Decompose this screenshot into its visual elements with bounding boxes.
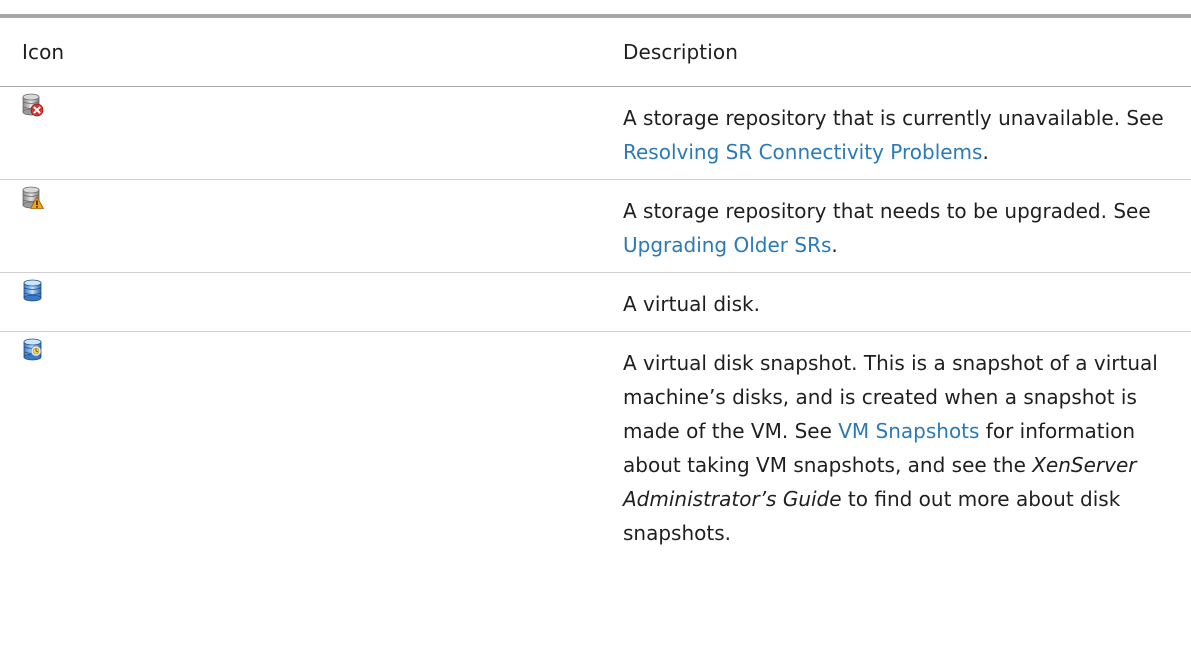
table-row: A virtual disk. bbox=[0, 272, 1191, 332]
description-cell: A storage repository that is currently u… bbox=[605, 86, 1191, 180]
column-header-icon: Icon bbox=[0, 18, 605, 87]
description-text: A virtual disk. bbox=[623, 292, 760, 316]
icon-cell bbox=[0, 272, 605, 332]
storage-repository-upgrade-icon bbox=[22, 186, 44, 210]
resolving-sr-connectivity-link[interactable]: Resolving SR Connectivity Problems bbox=[623, 140, 982, 164]
virtual-disk-snapshot-icon bbox=[22, 338, 44, 362]
description-text-end: . bbox=[831, 233, 838, 257]
description-cell: A virtual disk. bbox=[605, 272, 1191, 332]
document-page: Icon Description A storage repository th… bbox=[0, 0, 1191, 655]
vm-snapshots-link[interactable]: VM Snapshots bbox=[838, 419, 979, 443]
icon-cell bbox=[0, 179, 605, 273]
column-header-description: Description bbox=[605, 18, 1191, 87]
description-text-end: . bbox=[982, 140, 989, 164]
table-header-row: Icon Description bbox=[0, 18, 1191, 87]
table-row: A storage repository that needs to be up… bbox=[0, 179, 1191, 273]
icon-description-table: Icon Description A storage repository th… bbox=[0, 18, 1191, 560]
icon-cell bbox=[0, 86, 605, 180]
description-text: A storage repository that is currently u… bbox=[623, 106, 1164, 130]
storage-repository-unavailable-icon bbox=[22, 93, 44, 117]
virtual-disk-icon bbox=[22, 279, 44, 303]
upgrading-older-srs-link[interactable]: Upgrading Older SRs bbox=[623, 233, 831, 257]
description-cell: A storage repository that needs to be up… bbox=[605, 179, 1191, 273]
icon-cell bbox=[0, 332, 605, 561]
table-row: A virtual disk snapshot. This is a snaps… bbox=[0, 332, 1191, 561]
description-cell: A virtual disk snapshot. This is a snaps… bbox=[605, 332, 1191, 561]
table-row: A storage repository that is currently u… bbox=[0, 86, 1191, 180]
description-text: A storage repository that needs to be up… bbox=[623, 199, 1151, 223]
